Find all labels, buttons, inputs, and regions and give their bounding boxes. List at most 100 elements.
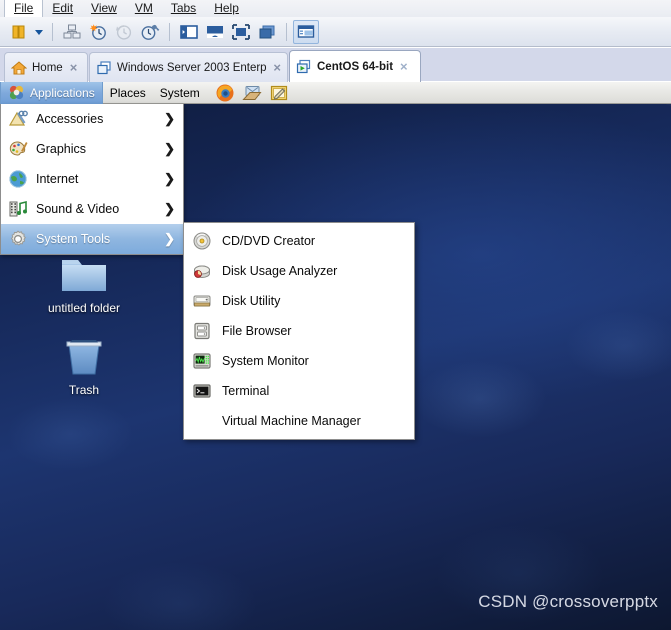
internet-icon xyxy=(8,169,28,189)
manage-snapshots-button[interactable] xyxy=(137,20,163,44)
desktop-icon-trash[interactable]: Trash xyxy=(36,334,132,397)
vm-icon xyxy=(96,60,112,76)
graphics-icon xyxy=(8,139,28,159)
folder-icon xyxy=(58,252,110,296)
tab-home[interactable]: Home × xyxy=(4,52,88,82)
chevron-right-icon: ❯ xyxy=(164,231,175,247)
app-menu-item-graphics-label: Graphics xyxy=(36,142,164,156)
disk-utility-icon xyxy=(192,291,212,311)
menu-vm[interactable]: VM xyxy=(126,0,162,17)
vmware-workstation-window: File Edit View VM Tabs Help xyxy=(0,0,671,630)
snapshot-manager-button[interactable] xyxy=(59,20,85,44)
library-toggle-button[interactable] xyxy=(6,20,32,44)
multiple-monitors-button[interactable] xyxy=(293,20,319,44)
panel-launchers xyxy=(215,83,289,103)
app-menu-item-graphics[interactable]: Graphics ❯ xyxy=(1,134,183,164)
home-icon xyxy=(11,60,27,76)
submenu-item-file-browser-label: File Browser xyxy=(222,324,291,338)
application-menubar: File Edit View VM Tabs Help xyxy=(0,0,671,17)
system-tools-icon xyxy=(8,229,28,249)
unity-button[interactable] xyxy=(254,20,280,44)
tab-centos-64-bit-label: CentOS 64-bit xyxy=(317,61,393,73)
trash-icon xyxy=(58,334,110,378)
take-snapshot-icon xyxy=(88,23,108,41)
revert-snapshot-button[interactable] xyxy=(111,20,137,44)
revert-snapshot-icon xyxy=(114,23,134,41)
app-menu-item-internet-label: Internet xyxy=(36,172,164,186)
terminal-icon xyxy=(192,381,212,401)
blank-icon xyxy=(192,411,212,431)
menu-file[interactable]: File xyxy=(4,0,43,17)
tab-windows-server-2003[interactable]: Windows Server 2003 Enterpr... × xyxy=(89,52,288,82)
file-browser-icon xyxy=(192,321,212,341)
vm-tab-strip: Home × Windows Server 2003 Enterpr... × … xyxy=(0,48,671,82)
toolbar-separator-3 xyxy=(286,23,287,41)
submenu-item-file-browser[interactable]: File Browser xyxy=(184,316,414,346)
menu-file-label: File xyxy=(14,1,33,15)
csdn-watermark: CSDN @crossoverpptx xyxy=(478,592,658,612)
fullscreen-icon xyxy=(231,23,251,41)
accessories-icon xyxy=(8,109,28,129)
fullscreen-button[interactable] xyxy=(228,20,254,44)
app-menu-item-sound-video[interactable]: Sound & Video ❯ xyxy=(1,194,183,224)
text-editor-icon[interactable] xyxy=(269,83,289,103)
gnome-top-panel: Applications Places System xyxy=(0,82,671,104)
panel-menu-applications-label: Applications xyxy=(30,86,95,100)
tab-windows-server-2003-label: Windows Server 2003 Enterpr... xyxy=(117,62,266,74)
gnome-foot-icon xyxy=(8,84,25,101)
vm-running-icon xyxy=(296,59,312,75)
submenu-item-cd-dvd-creator[interactable]: CD/DVD Creator xyxy=(184,226,414,256)
submenu-item-terminal-label: Terminal xyxy=(222,384,269,398)
system-tools-submenu-popup: CD/DVD Creator Disk Usage Analyzer xyxy=(183,222,415,440)
menu-view[interactable]: View xyxy=(82,0,126,17)
app-menu-item-system-tools[interactable]: System Tools ❯ xyxy=(1,224,183,254)
submenu-item-system-monitor-label: System Monitor xyxy=(222,354,309,368)
submenu-item-cd-dvd-creator-label: CD/DVD Creator xyxy=(222,234,315,248)
firefox-icon[interactable] xyxy=(215,83,235,103)
submenu-item-disk-utility[interactable]: Disk Utility xyxy=(184,286,414,316)
desktop-icon-untitled-folder-label: untitled folder xyxy=(48,301,120,315)
submenu-item-terminal[interactable]: Terminal xyxy=(184,376,414,406)
chevron-right-icon: ❯ xyxy=(164,171,175,187)
library-dropdown-button[interactable] xyxy=(32,20,46,44)
tab-centos-64-bit[interactable]: CentOS 64-bit × xyxy=(289,50,421,82)
show-console-button[interactable] xyxy=(202,20,228,44)
system-monitor-icon xyxy=(192,351,212,371)
manage-snapshots-icon xyxy=(140,23,160,41)
menu-edit-label: Edit xyxy=(52,1,73,15)
app-menu-item-accessories-label: Accessories xyxy=(36,112,164,126)
submenu-item-disk-utility-label: Disk Utility xyxy=(222,294,280,308)
toolbar-separator xyxy=(52,23,53,41)
panel-menu-applications[interactable]: Applications xyxy=(0,82,103,104)
application-toolbar xyxy=(0,17,671,47)
menu-edit[interactable]: Edit xyxy=(43,0,82,17)
guest-os-console[interactable]: untitled folder Trash CSDN @crossoverppt… xyxy=(0,82,671,630)
menu-view-label: View xyxy=(91,1,117,15)
submenu-item-disk-usage-analyzer[interactable]: Disk Usage Analyzer xyxy=(184,256,414,286)
menu-tabs[interactable]: Tabs xyxy=(162,0,205,17)
tab-home-label: Home xyxy=(32,62,63,74)
chevron-down-icon xyxy=(34,28,44,36)
chevron-right-icon: ❯ xyxy=(164,201,175,217)
panel-menu-places-label: Places xyxy=(110,86,146,100)
panel-menu-places[interactable]: Places xyxy=(103,82,153,104)
cd-dvd-icon xyxy=(192,231,212,251)
app-menu-item-internet[interactable]: Internet ❯ xyxy=(1,164,183,194)
panel-menu-system-label: System xyxy=(160,86,200,100)
panel-menu-system[interactable]: System xyxy=(153,82,207,104)
app-menu-item-accessories[interactable]: Accessories ❯ xyxy=(1,104,183,134)
tab-home-close-icon[interactable]: × xyxy=(70,61,78,74)
tab-centos-64-bit-close-icon[interactable]: × xyxy=(400,60,408,73)
tab-windows-server-2003-close-icon[interactable]: × xyxy=(273,61,281,74)
snapshot-manager-icon xyxy=(62,23,82,41)
menu-help[interactable]: Help xyxy=(205,0,248,17)
unity-icon xyxy=(257,23,277,41)
desktop-icon-untitled-folder[interactable]: untitled folder xyxy=(36,252,132,315)
submenu-item-virtual-machine-manager[interactable]: Virtual Machine Manager xyxy=(184,406,414,436)
evolution-mail-icon[interactable] xyxy=(242,83,262,103)
take-snapshot-button[interactable] xyxy=(85,20,111,44)
show-sidebar-button[interactable] xyxy=(176,20,202,44)
toolbar-separator-2 xyxy=(169,23,170,41)
submenu-item-system-monitor[interactable]: System Monitor xyxy=(184,346,414,376)
chevron-right-icon: ❯ xyxy=(164,141,175,157)
